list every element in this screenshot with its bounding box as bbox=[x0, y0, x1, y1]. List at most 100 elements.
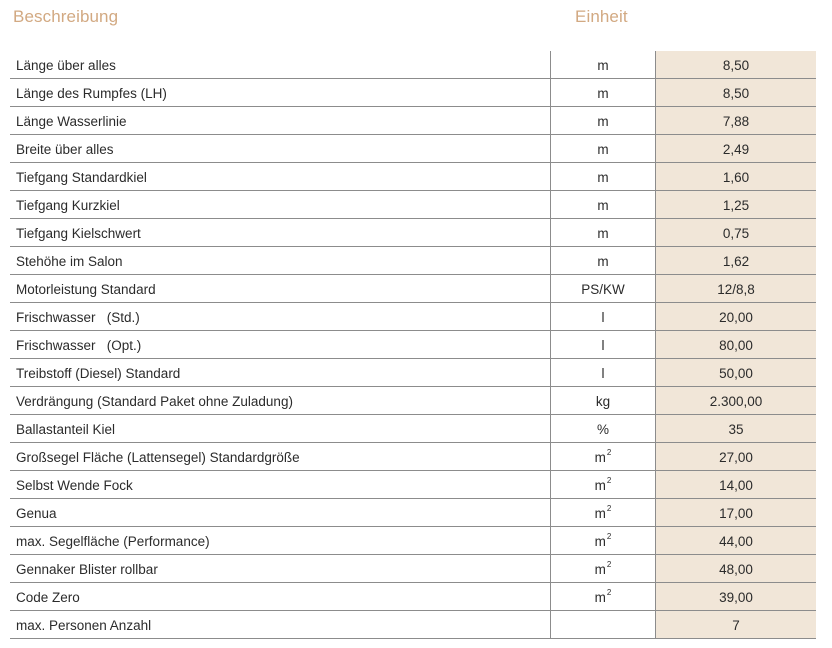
row-unit-superscript: 2 bbox=[606, 503, 612, 513]
row-unit: m bbox=[551, 135, 656, 162]
row-unit: m2 bbox=[551, 583, 656, 610]
table-row: Tiefgang Kurzkiel m 1,25 bbox=[10, 191, 816, 219]
table-row: Treibstoff (Diesel) Standard l 50,00 bbox=[10, 359, 816, 387]
row-value: 0,75 bbox=[656, 219, 816, 246]
row-unit-text: m bbox=[597, 113, 609, 129]
row-unit-text: m bbox=[597, 169, 609, 185]
table-row: Tiefgang Standardkiel m 1,60 bbox=[10, 163, 816, 191]
row-unit-superscript: 2 bbox=[606, 559, 612, 569]
row-value: 8,50 bbox=[656, 79, 816, 106]
row-description: Breite über alles bbox=[10, 135, 551, 162]
row-value: 1,25 bbox=[656, 191, 816, 218]
row-value: 35 bbox=[656, 415, 816, 442]
row-value: 2,49 bbox=[656, 135, 816, 162]
table-row: Frischwasser (Std.) l 20,00 bbox=[10, 303, 816, 331]
row-unit-superscript: 2 bbox=[606, 475, 612, 485]
row-description: Länge des Rumpfes (LH) bbox=[10, 79, 551, 106]
row-unit: m bbox=[551, 247, 656, 274]
row-unit: m bbox=[551, 191, 656, 218]
row-unit: m2 bbox=[551, 499, 656, 526]
row-description: Verdrängung (Standard Paket ohne Zuladun… bbox=[10, 387, 551, 414]
row-description: Tiefgang Kielschwert bbox=[10, 219, 551, 246]
row-unit-text: m bbox=[597, 253, 609, 269]
row-unit-text: m bbox=[594, 449, 606, 465]
row-unit-text: m bbox=[594, 477, 606, 493]
row-unit-text: m bbox=[597, 57, 609, 73]
row-description: Selbst Wende Fock bbox=[10, 471, 551, 498]
row-description: Länge über alles bbox=[10, 51, 551, 78]
row-unit: % bbox=[551, 415, 656, 442]
row-description: Stehöhe im Salon bbox=[10, 247, 551, 274]
row-unit: kg bbox=[551, 387, 656, 414]
row-value: 12/8,8 bbox=[656, 275, 816, 302]
row-unit: m bbox=[551, 51, 656, 78]
row-unit bbox=[551, 611, 656, 638]
row-value: 17,00 bbox=[656, 499, 816, 526]
row-unit: m2 bbox=[551, 471, 656, 498]
row-unit-text: l bbox=[601, 309, 605, 325]
row-description: Tiefgang Kurzkiel bbox=[10, 191, 551, 218]
row-unit-text: m bbox=[597, 141, 609, 157]
row-unit-text: m bbox=[594, 589, 606, 605]
row-description: max. Personen Anzahl bbox=[10, 611, 551, 638]
row-unit: l bbox=[551, 303, 656, 330]
row-value: 48,00 bbox=[656, 555, 816, 582]
row-description: Länge Wasserlinie bbox=[10, 107, 551, 134]
row-description: Code Zero bbox=[10, 583, 551, 610]
row-unit: m bbox=[551, 79, 656, 106]
row-unit-text: % bbox=[596, 421, 609, 437]
row-value: 20,00 bbox=[656, 303, 816, 330]
row-unit: m bbox=[551, 219, 656, 246]
row-unit-text: m bbox=[594, 505, 606, 521]
table-row: Code Zero m 2 39,00 bbox=[10, 583, 816, 611]
row-unit: l bbox=[551, 331, 656, 358]
row-description: Frischwasser (Std.) bbox=[10, 303, 551, 330]
row-value: 39,00 bbox=[656, 583, 816, 610]
row-unit-text: PS/KW bbox=[581, 281, 625, 297]
row-unit: m bbox=[551, 107, 656, 134]
table-row: Ballastanteil Kiel% 35 bbox=[10, 415, 816, 443]
row-value: 44,00 bbox=[656, 527, 816, 554]
row-unit: l bbox=[551, 359, 656, 386]
row-description: Treibstoff (Diesel) Standard bbox=[10, 359, 551, 386]
row-description: Motorleistung Standard bbox=[10, 275, 551, 302]
row-description: Tiefgang Standardkiel bbox=[10, 163, 551, 190]
row-description: Genua bbox=[10, 499, 551, 526]
row-unit-text: kg bbox=[595, 393, 611, 409]
row-unit: m2 bbox=[551, 555, 656, 582]
table-row: Stehöhe im Salon m 1,62 bbox=[10, 247, 816, 275]
row-unit: m bbox=[551, 163, 656, 190]
row-unit: PS/KW bbox=[551, 275, 656, 302]
table-row: Frischwasser (Opt.) l 80,00 bbox=[10, 331, 816, 359]
row-value: 1,60 bbox=[656, 163, 816, 190]
row-description: Großsegel Fläche (Lattensegel) Standardg… bbox=[10, 443, 551, 470]
table-row: Genua m 2 17,00 bbox=[10, 499, 816, 527]
row-unit-superscript: 2 bbox=[606, 531, 612, 541]
row-value: 7 bbox=[656, 611, 816, 638]
row-description: Frischwasser (Opt.) bbox=[10, 331, 551, 358]
table-row: max. Segelfläche (Performance) m 2 44,00 bbox=[10, 527, 816, 555]
row-unit-text: m bbox=[594, 561, 606, 577]
table-row: Selbst Wende Fock m 2 14,00 bbox=[10, 471, 816, 499]
row-value: 50,00 bbox=[656, 359, 816, 386]
row-value: 80,00 bbox=[656, 331, 816, 358]
specification-table: Länge über alles m 8,50 Länge des Rumpfes (… bbox=[10, 51, 816, 639]
row-unit-text: m bbox=[597, 85, 609, 101]
row-unit-superscript: 2 bbox=[606, 587, 612, 597]
row-description: Gennaker Blister rollbar bbox=[10, 555, 551, 582]
table-row: Großsegel Fläche (Lattensegel) Standardg… bbox=[10, 443, 816, 471]
row-value: 8,50 bbox=[656, 51, 816, 78]
row-value: 7,88 bbox=[656, 107, 816, 134]
table-row: Länge Wasserlinie m 7,88 bbox=[10, 107, 816, 135]
row-value: 2.300,00 bbox=[656, 387, 816, 414]
row-unit-text: m bbox=[597, 225, 609, 241]
row-unit-text: l bbox=[601, 365, 605, 381]
row-value: 1,62 bbox=[656, 247, 816, 274]
table-row: Gennaker Blister rollbar m 2 48,00 bbox=[10, 555, 816, 583]
row-unit-text: m bbox=[597, 197, 609, 213]
row-unit-text: l bbox=[601, 337, 605, 353]
row-unit-text: m bbox=[594, 533, 606, 549]
table-row: Länge des Rumpfes (LH) m 8,50 bbox=[10, 79, 816, 107]
row-unit: m2 bbox=[551, 527, 656, 554]
row-unit: m2 bbox=[551, 443, 656, 470]
